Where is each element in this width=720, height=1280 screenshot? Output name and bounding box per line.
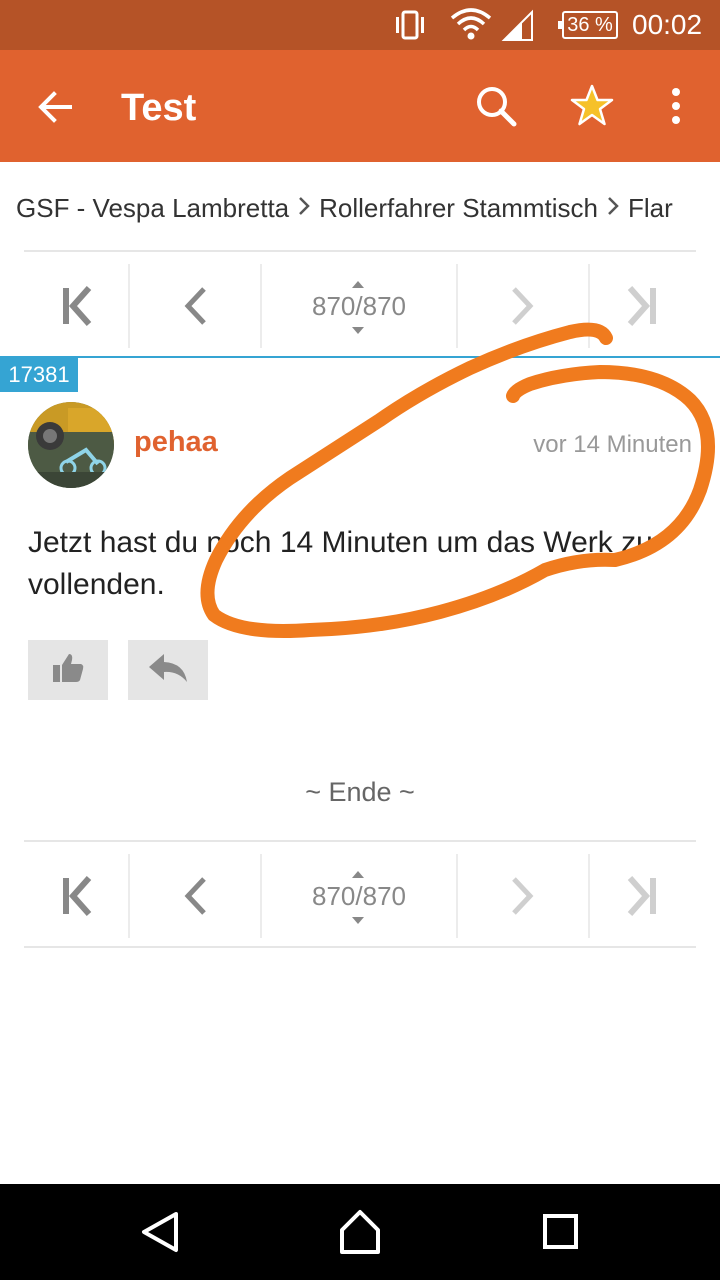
first-page-icon[interactable] xyxy=(24,264,128,348)
breadcrumb-item-stammtisch[interactable]: Rollerfahrer Stammtisch xyxy=(319,193,598,223)
page-title: Test xyxy=(121,87,197,129)
star-icon[interactable] xyxy=(566,80,618,132)
reply-button[interactable] xyxy=(128,640,208,700)
page-counter[interactable]: 870/870 xyxy=(262,854,456,938)
post-time: vor 14 Minuten xyxy=(533,431,692,458)
pager-top: 870/870 xyxy=(24,250,696,356)
breadcrumb-item-topic[interactable]: Flar xyxy=(628,193,673,223)
next-page-icon[interactable] xyxy=(458,264,588,348)
next-page-icon[interactable] xyxy=(458,854,588,938)
clock: 00:02 xyxy=(632,9,703,40)
back-arrow-icon[interactable] xyxy=(30,82,80,132)
post-author[interactable]: pehaa xyxy=(134,424,218,460)
post-number-badge: 17381 xyxy=(0,358,78,392)
page-counter[interactable]: 870/870 xyxy=(262,264,456,348)
wifi-icon xyxy=(450,8,492,42)
like-button[interactable] xyxy=(28,640,108,700)
app-bar: Test xyxy=(0,50,720,162)
vibrate-icon xyxy=(392,8,428,42)
breadcrumb-item-gsf[interactable]: GSF - Vespa Lambretta xyxy=(16,193,289,223)
status-bar: 36 % 00:02 xyxy=(0,0,720,50)
back-triangle-icon[interactable] xyxy=(132,1204,188,1260)
signal-icon xyxy=(500,8,534,42)
home-icon[interactable] xyxy=(332,1204,388,1260)
last-page-icon[interactable] xyxy=(590,854,696,938)
chevron-right-icon xyxy=(598,188,628,226)
prev-page-icon[interactable] xyxy=(130,264,260,348)
navigation-bar xyxy=(0,1184,720,1280)
chevron-right-icon xyxy=(289,188,319,226)
page-count-text: 870/870 xyxy=(312,280,406,334)
pager-bottom: 870/870 xyxy=(24,840,696,948)
battery-indicator: 36 % xyxy=(558,11,618,39)
page-count-text: 870/870 xyxy=(312,870,406,924)
breadcrumb: GSF - Vespa Lambretta Rollerfahrer Stamm… xyxy=(16,186,720,226)
avatar[interactable] xyxy=(28,402,114,488)
end-marker: ~ Ende ~ xyxy=(305,777,415,807)
last-page-icon[interactable] xyxy=(590,264,696,348)
first-page-icon[interactable] xyxy=(24,854,128,938)
post-body: Jetzt hast du noch 14 Minuten um das Wer… xyxy=(28,526,653,601)
prev-page-icon[interactable] xyxy=(130,854,260,938)
thumbs-up-icon xyxy=(50,650,86,691)
search-icon[interactable] xyxy=(470,80,522,132)
post-divider xyxy=(0,356,720,358)
reply-icon xyxy=(146,650,190,691)
recents-icon[interactable] xyxy=(532,1204,588,1260)
more-vert-icon[interactable] xyxy=(650,80,702,132)
